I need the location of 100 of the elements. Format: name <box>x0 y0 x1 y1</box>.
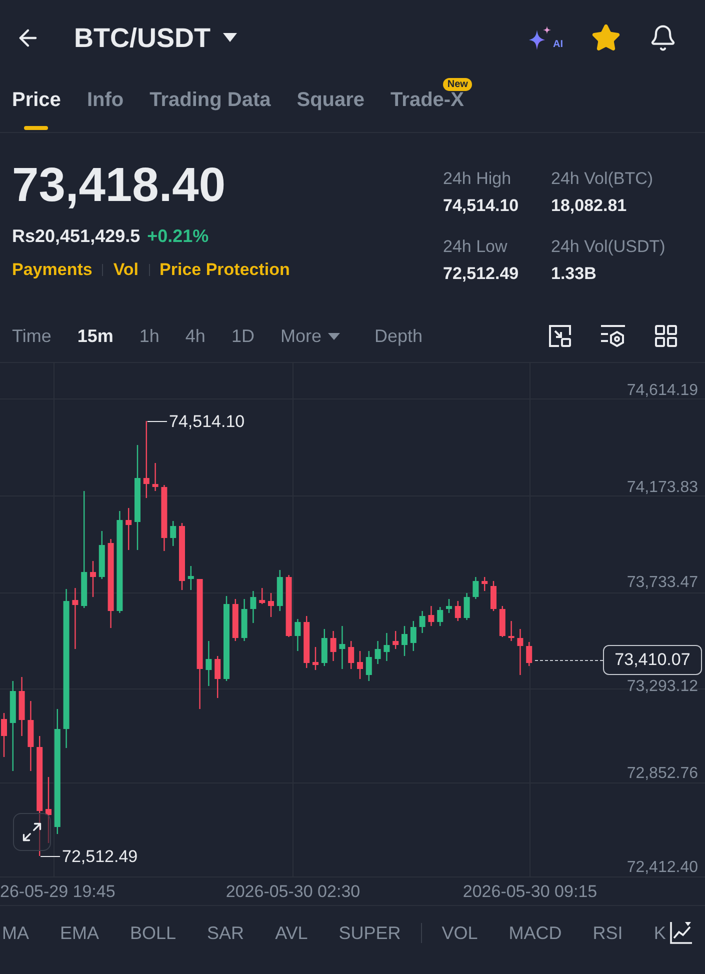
indicator-tab[interactable]: MA <box>2 921 29 945</box>
time-axis-label: 26-05-29 19:45 <box>0 882 116 901</box>
stat-label: 24h Vol(USDT) <box>551 236 666 258</box>
interval-tab[interactable]: 1D <box>231 324 254 348</box>
indicator-tab[interactable]: K <box>654 921 666 945</box>
indicator-tab[interactable]: MACD <box>508 921 562 945</box>
stat-value: 74,514.10 <box>443 195 520 217</box>
falling-candle <box>482 577 488 591</box>
indicator-tab[interactable]: SAR <box>207 921 244 945</box>
indicator-tab[interactable]: BOLL <box>130 921 176 945</box>
falling-candle <box>508 621 514 641</box>
pair-selector[interactable]: BTC/USDT <box>74 22 236 54</box>
falling-candle <box>392 631 399 649</box>
tab[interactable]: Trading Data <box>150 75 271 132</box>
low-price-leader <box>40 856 60 857</box>
falling-candle <box>214 656 221 698</box>
tab[interactable]: Info <box>86 75 124 132</box>
time-axis-label: 2026-05-30 02:30 <box>226 882 360 901</box>
fiat-price: Rs20,451,429.5 <box>12 225 140 248</box>
info-link[interactable]: Payments <box>12 258 92 282</box>
grid-icon[interactable] <box>654 324 678 348</box>
falling-candle <box>90 561 96 597</box>
interval-tab[interactable]: 4h <box>185 324 206 348</box>
falling-candle <box>126 508 132 550</box>
rising-candle <box>366 651 372 681</box>
falling-candle <box>499 606 506 637</box>
rising-candle <box>472 577 479 599</box>
bell-icon[interactable] <box>649 24 677 52</box>
falling-candle <box>517 629 524 675</box>
price-axis-label: 73,733.47 <box>626 574 698 591</box>
info-link[interactable]: Price Protection <box>160 258 290 282</box>
interval-tab[interactable]: 1h <box>139 324 160 348</box>
rising-candle <box>437 607 444 626</box>
falling-candle <box>179 523 185 590</box>
rising-candle <box>250 591 256 623</box>
stat-label: 24h Low <box>443 236 508 258</box>
falling-candle <box>490 581 496 611</box>
falling-candle <box>357 651 363 679</box>
falling-candle <box>1 713 7 757</box>
rising-candle <box>321 629 328 666</box>
indicator-tab[interactable]: VOL <box>442 921 478 945</box>
falling-candle <box>348 641 354 669</box>
falling-candle <box>46 777 52 843</box>
more-dropdown[interactable]: More <box>280 324 340 348</box>
rising-candle <box>294 619 301 651</box>
falling-candle <box>18 677 25 736</box>
rising-candle <box>98 531 105 579</box>
rising-candle <box>276 570 283 611</box>
time-axis-label: 2026-05-30 09:15 <box>462 882 598 901</box>
falling-candle <box>259 588 266 604</box>
star-icon[interactable] <box>591 22 621 52</box>
rising-candle <box>384 633 390 661</box>
tab[interactable]: Square <box>296 75 365 132</box>
indicator-tab[interactable]: AVL <box>275 921 308 945</box>
rising-candle <box>188 566 194 590</box>
interval-tab[interactable]: Time <box>12 324 52 348</box>
falling-candle <box>268 593 274 617</box>
depth-tab[interactable]: Depth <box>374 324 423 348</box>
tab[interactable]: Price <box>12 75 61 132</box>
indicator-tab[interactable]: SUPER <box>338 921 401 945</box>
falling-candle <box>454 601 461 621</box>
high-price-label: 74,514.10 <box>169 412 245 431</box>
stat-value: 18,082.81 <box>551 195 628 217</box>
low-price-label: 72,512.49 <box>62 847 138 866</box>
info-link[interactable]: Vol <box>113 258 139 282</box>
indicator-tab[interactable]: RSI <box>592 921 623 945</box>
rising-candle <box>241 599 248 641</box>
interval-tab[interactable]: 15m <box>77 324 114 348</box>
last-price-line <box>534 660 604 661</box>
falling-candle <box>72 588 78 649</box>
falling-candle <box>232 599 238 641</box>
stat-label: 24h High <box>443 168 512 190</box>
rising-candle <box>410 621 416 651</box>
caret-icon <box>328 332 340 340</box>
price-axis-label: 74,173.83 <box>626 479 698 496</box>
ai-button[interactable]: AI <box>527 26 563 50</box>
falling-candle <box>152 463 158 491</box>
falling-candle <box>28 701 34 771</box>
price-change: +0.21% <box>147 225 209 248</box>
square-arrow-icon[interactable] <box>548 324 572 348</box>
stat-label: 24h Vol(BTC) <box>551 168 654 190</box>
price-axis-label: 73,293.12 <box>626 678 698 695</box>
indicator-tab[interactable]: EMA <box>60 921 100 945</box>
falling-candle <box>161 485 168 551</box>
sparkle-icon <box>527 26 553 50</box>
rising-candle <box>446 599 452 613</box>
price-axis-label: 72,852.76 <box>626 765 698 782</box>
falling-candle <box>330 631 336 661</box>
rising-candle <box>339 626 346 669</box>
line-chart-icon[interactable] <box>669 921 693 945</box>
rising-candle <box>170 521 176 546</box>
stat-value: 1.33B <box>551 263 598 285</box>
rising-candle <box>206 641 212 686</box>
list-hexagon-icon[interactable] <box>600 324 626 348</box>
last-price-tag: 73,410.07 <box>603 645 702 675</box>
rising-candle <box>374 641 381 664</box>
new-badge: New <box>443 78 472 91</box>
expand-button[interactable] <box>13 813 51 851</box>
expand-icon <box>21 821 43 843</box>
falling-candle <box>286 575 292 637</box>
